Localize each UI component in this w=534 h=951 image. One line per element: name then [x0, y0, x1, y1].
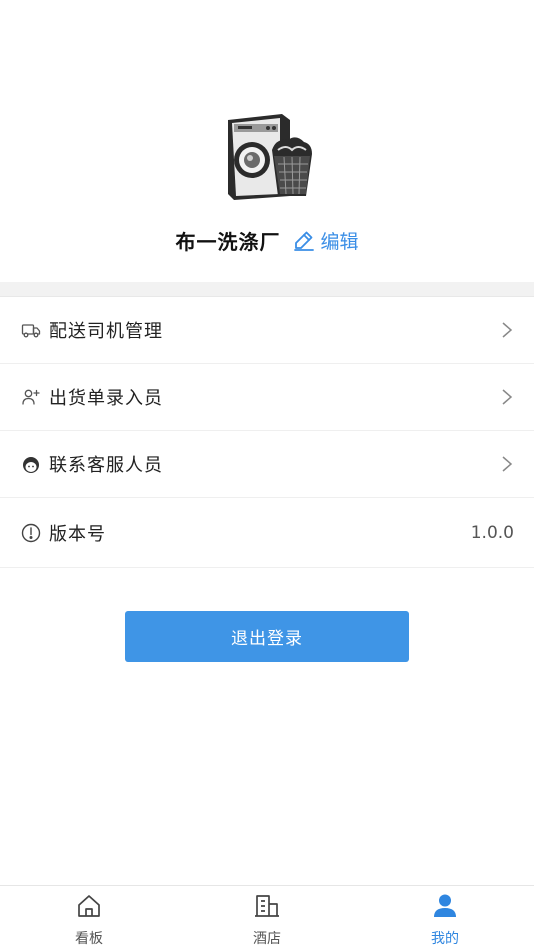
bottom-tab-bar: 看板 酒店 我的: [0, 885, 534, 951]
shop-name: 布一洗涤厂: [175, 229, 281, 254]
menu-item-contact-support[interactable]: 联系客服人员: [0, 431, 534, 498]
tab-label: 酒店: [253, 931, 281, 947]
tab-hotel[interactable]: 酒店: [178, 886, 356, 951]
washing-machine-laundry-basket-icon: [220, 110, 316, 202]
building-icon: [253, 892, 281, 924]
home-icon: [75, 892, 103, 924]
menu-item-label: 联系客服人员: [49, 455, 163, 476]
menu-item-version: 版本号 1.0.0: [0, 498, 534, 568]
name-row: 布一洗涤厂 编辑: [0, 222, 534, 258]
add-user-icon: [21, 387, 41, 407]
tab-mine[interactable]: 我的: [356, 886, 534, 951]
chevron-right-icon: [500, 454, 514, 474]
logout-button[interactable]: 退出登录: [125, 611, 409, 662]
chevron-right-icon: [500, 320, 514, 340]
tab-label: 我的: [431, 931, 459, 947]
truck-icon: [21, 320, 41, 340]
version-value: 1.0.0: [470, 522, 514, 543]
menu-item-shipping-clerk[interactable]: 出货单录入员: [0, 364, 534, 431]
chevron-right-icon: [500, 387, 514, 407]
edit-label: 编辑: [320, 230, 359, 253]
edit-button[interactable]: 编辑: [292, 227, 359, 254]
info-circle-icon: [21, 523, 41, 543]
settings-menu: 配送司机管理 出货单录入员 联系客服人员 版本号 1.0.0: [0, 297, 534, 568]
menu-item-label: 出货单录入员: [49, 388, 163, 409]
tab-dashboard[interactable]: 看板: [0, 886, 178, 951]
version-label: 版本号: [49, 523, 106, 545]
tab-label: 看板: [75, 931, 103, 947]
menu-item-driver-management[interactable]: 配送司机管理: [0, 297, 534, 364]
profile-section: 布一洗涤厂 编辑: [0, 0, 534, 282]
customer-service-icon: [21, 454, 41, 474]
user-icon: [431, 892, 459, 924]
menu-item-label: 配送司机管理: [49, 321, 163, 342]
pencil-icon: [292, 228, 316, 252]
section-divider: [0, 282, 534, 297]
